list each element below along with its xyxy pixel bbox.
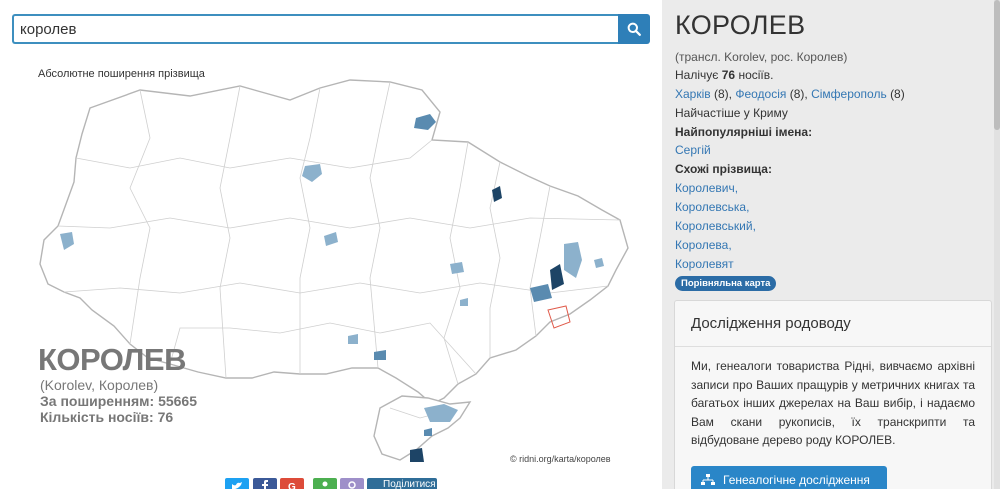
share-vk-button[interactable] (313, 478, 337, 489)
odnoklassniki-icon (348, 481, 356, 489)
city-link-kharkiv[interactable]: Харків (675, 87, 711, 101)
surname-title: КОРОЛЕВ (675, 10, 806, 40)
similar-surnames-label: Схожі прізвища: (675, 162, 772, 176)
share-ok-button[interactable] (340, 478, 364, 489)
person-icon (322, 481, 328, 487)
share-facebook-button[interactable] (253, 478, 277, 489)
surname-translit: (трансл. Korolev, рос. Королев) (675, 50, 848, 64)
genealogy-research-label: Генеалогічне дослідження (723, 473, 870, 487)
map-credit: © ridni.org/karta/королев (510, 454, 611, 464)
city-count: (8) (714, 87, 729, 101)
city-link-feodosia[interactable]: Феодосія (735, 87, 786, 101)
similar-surname-link[interactable]: Королевят (675, 257, 734, 271)
genealogy-card-title: Дослідження родоводу (675, 301, 991, 347)
city-count: (8) (890, 87, 905, 101)
facebook-icon (262, 480, 268, 489)
bearer-count-value: 76 (721, 68, 736, 82)
genealogy-card-text: Ми, генеалоги товариства Рідні, вивчаємо… (691, 359, 975, 447)
city-link-simferopol[interactable]: Сімферополь (811, 87, 887, 101)
map-bearers-value: 76 (157, 409, 174, 425)
map-bearers: Кількість носіїв: 76 (40, 409, 173, 425)
share-twitter-button[interactable] (225, 478, 249, 489)
family-tree-icon (701, 474, 715, 485)
bearer-count-prefix: Налічує (675, 68, 719, 82)
search-button[interactable] (618, 14, 650, 44)
twitter-icon (232, 482, 242, 489)
city-count: (8) (789, 87, 805, 101)
map-spread-value: 55665 (158, 393, 197, 409)
compare-map-badge[interactable]: Порівняльна карта (675, 276, 777, 291)
share-more-button[interactable]: Поділитися (367, 478, 437, 489)
genealogy-research-button[interactable]: Генеалогічне дослідження (691, 466, 887, 489)
map-spread-label: За поширенням: (40, 393, 155, 409)
similar-surname-link[interactable]: Королевський, (675, 219, 756, 233)
search-input[interactable] (12, 14, 619, 44)
map-translit: (Korolev, Королев) (40, 377, 159, 393)
share-label: Поділитися (383, 479, 436, 489)
svg-text:G: G (288, 482, 296, 489)
bearer-count: Налічує 76 носіїв. (675, 68, 773, 83)
top-cities: Харків (8), Феодосія (8), Сімферополь (8… (675, 87, 905, 101)
map-surname: КОРОЛЕВ (38, 342, 186, 377)
googleplus-icon: G (288, 482, 296, 489)
most-common-region: Найчастіше у Криму (675, 106, 788, 120)
surname-info-panel: КОРОЛЕВ (трансл. Korolev, рос. Королев) … (662, 0, 1000, 489)
search-icon (627, 22, 641, 36)
similar-surname-link[interactable]: Королевич, (675, 181, 738, 195)
map-spread: За поширенням: 55665 (40, 393, 197, 409)
scrollbar[interactable] (994, 0, 1000, 489)
popular-name-link[interactable]: Сергій (675, 143, 711, 157)
scrollbar-thumb[interactable] (994, 0, 1000, 130)
map-bearers-label: Кількість носіїв: (40, 409, 154, 425)
share-googleplus-button[interactable]: G (280, 478, 304, 489)
popular-names-label: Найпопулярніші імена: (675, 125, 813, 139)
genealogy-card: Дослідження родоводу Ми, генеалоги товар… (674, 300, 992, 489)
search-bar (12, 14, 650, 44)
bearer-count-suffix: носіїв. (738, 68, 774, 82)
similar-surname-link[interactable]: Королева, (675, 238, 732, 252)
similar-surname-link[interactable]: Королевська, (675, 200, 749, 214)
